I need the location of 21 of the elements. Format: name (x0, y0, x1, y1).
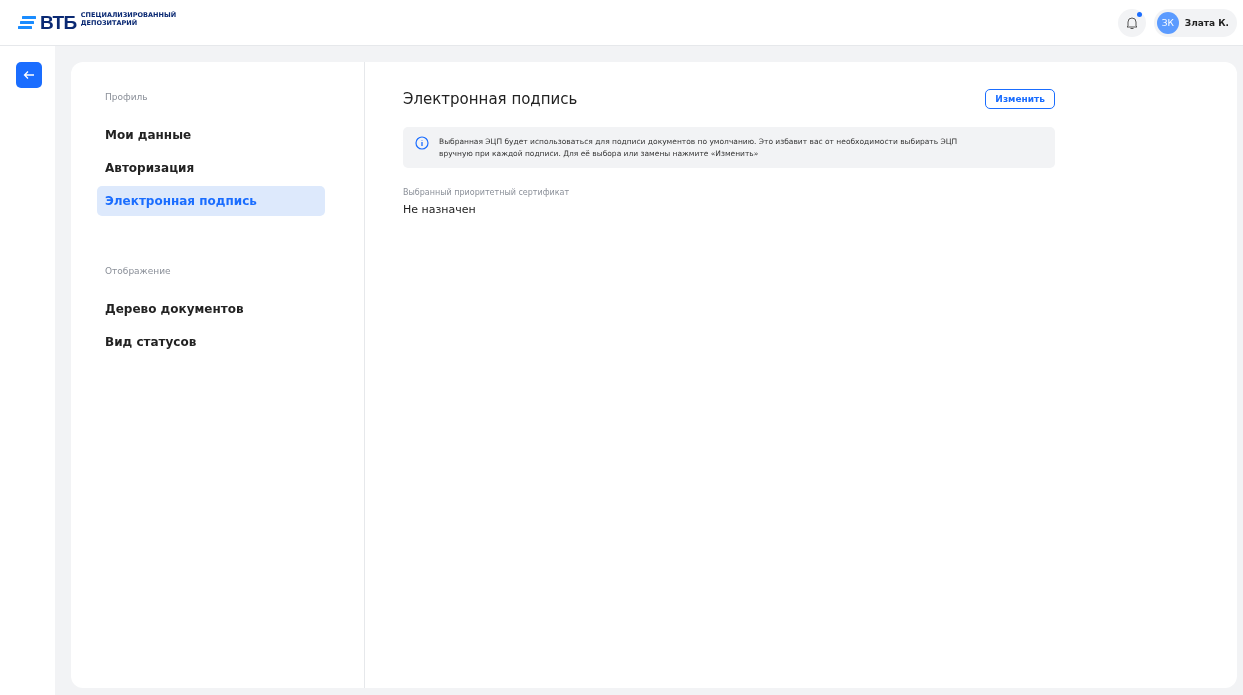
logo-wordmark: ВТБ (40, 11, 77, 34)
sidebar-section-title: Отображение (105, 266, 172, 276)
sidebar-item[interactable]: Электронная подпись (97, 186, 325, 216)
bell-icon (1124, 15, 1139, 30)
change-button[interactable]: Изменить (985, 89, 1055, 109)
user-avatar: ЗК (1156, 11, 1179, 34)
user-chip[interactable]: ЗК Злата К. (1153, 8, 1237, 37)
logo-stripes-icon (18, 15, 36, 30)
user-name: Злата К. (1184, 17, 1229, 28)
sidebar-item[interactable]: Дерево документов (97, 294, 325, 324)
sidebar-item[interactable]: Авторизация (97, 153, 325, 183)
arrow-left-icon (23, 70, 35, 80)
field-label: Выбранный приоритетный сертификат (403, 188, 571, 198)
field-value: Не назначен (403, 203, 477, 217)
back-button[interactable] (16, 62, 42, 88)
sidebar-item[interactable]: Вид статусов (97, 327, 325, 357)
page-title: Электронная подпись (403, 90, 578, 108)
info-icon (415, 136, 429, 150)
notification-button[interactable] (1117, 8, 1146, 37)
sidebar-item[interactable]: Мои данные (97, 120, 325, 150)
sidebar-section-title: Профиль (105, 92, 149, 102)
